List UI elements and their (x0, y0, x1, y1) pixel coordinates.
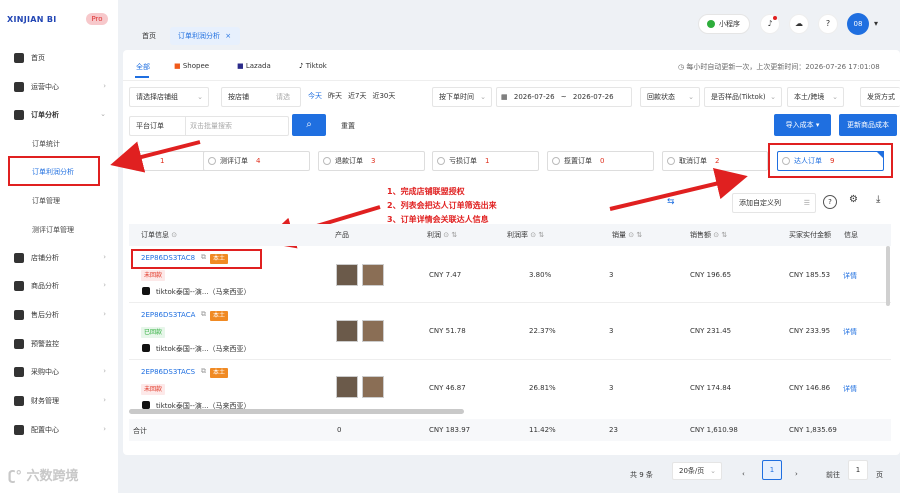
column-header-profit[interactable]: 利润 ⊙ ⇅ (421, 224, 501, 246)
profit-value: CNY 51.78 (429, 327, 466, 335)
arrow-to-card (609, 168, 748, 211)
page-size-select[interactable]: 20条/页 ⌄ (672, 462, 722, 480)
shop-name: tiktok泰国--演...（马来西亚） (156, 288, 251, 296)
goto-label: 前往 (826, 471, 840, 479)
profit-value: CNY 7.47 (429, 271, 462, 279)
summary-row (129, 419, 891, 441)
sales-value: CNY 196.65 (690, 271, 732, 279)
column-header-product: 产品 (329, 224, 421, 246)
watermark-logo: ʗ° 六数跨境 (8, 465, 79, 484)
next-page-button[interactable]: › (795, 470, 798, 478)
total-sales: CNY 1,610.98 (690, 426, 738, 434)
row-divider (129, 359, 891, 360)
paid-value: CNY 185.53 (789, 271, 831, 279)
prev-page-button[interactable]: ‹ (742, 470, 745, 478)
info-icon: ⊙ ⇅ (443, 231, 458, 239)
tiktok-icon (142, 401, 150, 409)
annotation-line-2: 2、列表会把达人订单筛选出来 (387, 201, 497, 210)
qty-value: 3 (609, 384, 614, 392)
watermark-icon: ʗ° (8, 469, 22, 484)
order-id-link[interactable]: 2EP86DS3TACS (141, 368, 195, 376)
info-icon: ⊙ (171, 231, 178, 239)
product-thumbnail[interactable] (336, 376, 358, 398)
product-thumbnail[interactable] (362, 376, 384, 398)
detail-link[interactable]: 详情 (843, 327, 857, 337)
refund-status-badge: 未回款 (141, 384, 166, 395)
help-icon[interactable]: ? (823, 195, 837, 209)
paid-value: CNY 233.95 (789, 327, 831, 335)
total-margin: 11.42% (529, 426, 556, 434)
column-label: 利润率 (507, 231, 528, 239)
watermark-text: 六数跨境 (26, 469, 79, 484)
column-header-margin[interactable]: 利润率 ⊙ ⇅ (501, 224, 606, 246)
refund-status-badge: 未回款 (141, 270, 166, 281)
paid-value: CNY 146.86 (789, 384, 831, 392)
column-header-qty[interactable]: 销量 ⊙ ⇅ (606, 224, 684, 246)
column-header-sales[interactable]: 销售额 ⊙ ⇅ (684, 224, 783, 246)
add-custom-column-button[interactable]: 添加自定义列 ☰ (732, 193, 816, 213)
total-paid: CNY 1,835.69 (789, 426, 837, 434)
column-header-order-info: 订单信息 ⊙ (129, 224, 329, 246)
total-profit: CNY 183.97 (429, 426, 471, 434)
sales-value: CNY 174.84 (690, 384, 732, 392)
product-thumbnail[interactable] (362, 264, 384, 286)
swap-icon[interactable]: ⇆ (667, 197, 675, 207)
info-icon: ⊙ ⇅ (530, 231, 545, 239)
detail-link[interactable]: 详情 (843, 384, 857, 394)
copy-icon[interactable]: ⧉ (201, 253, 206, 262)
horizontal-scrollbar[interactable] (129, 409, 464, 414)
column-label: 销售额 (690, 231, 711, 239)
sales-value: CNY 231.45 (690, 327, 732, 335)
column-label: 销量 (612, 231, 626, 239)
shop-name: tiktok泰国--演...（马来西亚） (156, 345, 251, 353)
annotation-line-1: 1、完成店铺联盟授权 (387, 187, 465, 196)
arrow-to-sidebar (110, 140, 201, 173)
vertical-scrollbar[interactable] (886, 246, 890, 306)
total-products: 0 (337, 426, 342, 434)
page-unit-label: 页 (876, 471, 883, 479)
profit-value: CNY 46.87 (429, 384, 466, 392)
sort-icon: ⊙ ⇅ (713, 231, 728, 239)
product-thumbnail[interactable] (336, 320, 358, 342)
refund-status-badge: 已回款 (141, 327, 166, 338)
tiktok-icon (142, 287, 150, 295)
column-header-paid: 买家实付金额 (783, 224, 838, 246)
goto-page-input[interactable]: 1 (848, 460, 868, 480)
local-tag: 本土 (210, 254, 229, 264)
column-header-info: 信息 (838, 224, 891, 246)
column-label: 利润 (427, 231, 441, 239)
list-icon: ☰ (803, 199, 810, 207)
margin-value: 26.81% (529, 384, 556, 392)
row-divider (129, 302, 891, 303)
detail-link[interactable]: 详情 (843, 271, 857, 281)
order-id-link[interactable]: 2EP86DS3TACA (141, 311, 195, 319)
local-tag: 本土 (210, 368, 229, 378)
copy-icon[interactable]: ⧉ (201, 367, 206, 376)
chevron-down-icon: ⌄ (710, 467, 716, 475)
total-count: 共 9 条 (630, 471, 653, 479)
local-tag: 本土 (210, 311, 229, 321)
total-label: 合计 (133, 427, 147, 435)
copy-icon[interactable]: ⧉ (201, 310, 206, 319)
margin-value: 3.80% (529, 271, 552, 279)
product-thumbnail[interactable] (336, 264, 358, 286)
select-value: 20条/页 (679, 467, 705, 475)
column-label: 订单信息 (141, 231, 169, 239)
page-number[interactable]: 1 (762, 460, 782, 480)
qty-value: 3 (609, 271, 614, 279)
margin-value: 22.37% (529, 327, 556, 335)
tiktok-icon (142, 344, 150, 352)
button-label: 添加自定义列 (739, 199, 781, 207)
order-id-link[interactable]: 2EP86DS3TAC8 (141, 254, 195, 262)
gear-icon[interactable]: ⚙ (849, 194, 858, 205)
product-thumbnail[interactable] (362, 320, 384, 342)
sort-icon: ⊙ ⇅ (628, 231, 643, 239)
qty-value: 3 (609, 327, 614, 335)
total-qty: 23 (609, 426, 618, 434)
download-icon[interactable]: ⤓ (876, 194, 880, 205)
